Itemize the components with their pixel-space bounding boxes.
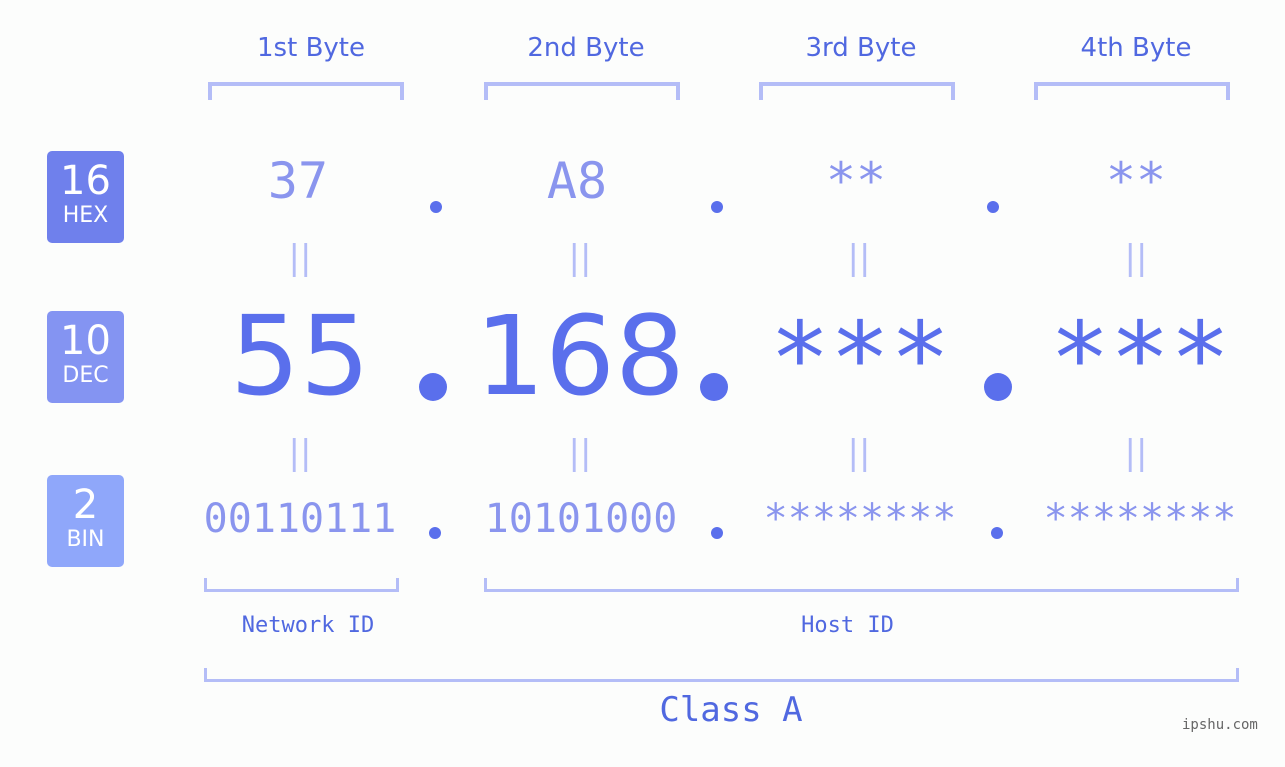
bin-badge-label: BIN <box>66 527 105 552</box>
hex-byte-2: A8 <box>546 152 608 210</box>
dec-badge-base: 10 <box>60 318 111 364</box>
byte-bracket-4 <box>1034 82 1230 100</box>
byte-bracket-1 <box>208 82 404 100</box>
dec-byte-3: *** <box>769 300 951 417</box>
hex-separator-2 <box>711 201 723 213</box>
class-bracket <box>204 668 1239 682</box>
dec-badge: 10 DEC <box>47 311 124 403</box>
byte-header-1: 1st Byte <box>257 33 365 63</box>
bin-separator-1 <box>429 527 441 539</box>
hex-byte-3: ** <box>825 152 887 210</box>
equals-dec-bin-2: || <box>568 433 592 473</box>
hex-separator-3 <box>987 201 999 213</box>
equals-dec-bin-4: || <box>1124 433 1148 473</box>
host-id-bracket <box>484 578 1239 592</box>
host-id-label: Host ID <box>801 613 894 638</box>
equals-dec-bin-1: || <box>288 433 312 473</box>
byte-header-2: 2nd Byte <box>527 33 645 63</box>
dec-separator-2 <box>700 373 728 401</box>
dec-byte-4: *** <box>1049 300 1231 417</box>
hex-separator-1 <box>430 201 442 213</box>
byte-header-3: 3rd Byte <box>805 33 917 63</box>
bin-badge-base: 2 <box>72 482 99 528</box>
dec-separator-3 <box>984 373 1012 401</box>
dec-badge-label: DEC <box>62 363 109 388</box>
bin-byte-3: ******** <box>763 496 957 542</box>
hex-byte-4: ** <box>1105 152 1167 210</box>
dec-separator-1 <box>419 373 447 401</box>
hex-badge-label: HEX <box>62 203 109 228</box>
dec-byte-2: 168 <box>475 292 685 420</box>
bin-byte-4: ******** <box>1043 496 1237 542</box>
equals-hex-dec-4: || <box>1124 238 1148 278</box>
bin-separator-3 <box>991 527 1003 539</box>
byte-bracket-2 <box>484 82 680 100</box>
network-id-bracket <box>204 578 399 592</box>
byte-bracket-3 <box>759 82 955 100</box>
watermark: ipshu.com <box>1182 717 1258 733</box>
equals-hex-dec-2: || <box>568 238 592 278</box>
bin-byte-1: 00110111 <box>203 496 397 542</box>
hex-badge-base: 16 <box>60 158 111 204</box>
equals-hex-dec-3: || <box>847 238 871 278</box>
hex-badge: 16 HEX <box>47 151 124 243</box>
bin-byte-2: 10101000 <box>484 496 678 542</box>
hex-byte-1: 37 <box>267 152 329 210</box>
dec-byte-1: 55 <box>230 292 370 420</box>
bin-separator-2 <box>711 527 723 539</box>
class-label: Class A <box>659 690 803 730</box>
network-id-label: Network ID <box>241 613 375 638</box>
bin-badge: 2 BIN <box>47 475 124 567</box>
equals-hex-dec-1: || <box>288 238 312 278</box>
byte-header-4: 4th Byte <box>1080 33 1192 63</box>
equals-dec-bin-3: || <box>847 433 871 473</box>
